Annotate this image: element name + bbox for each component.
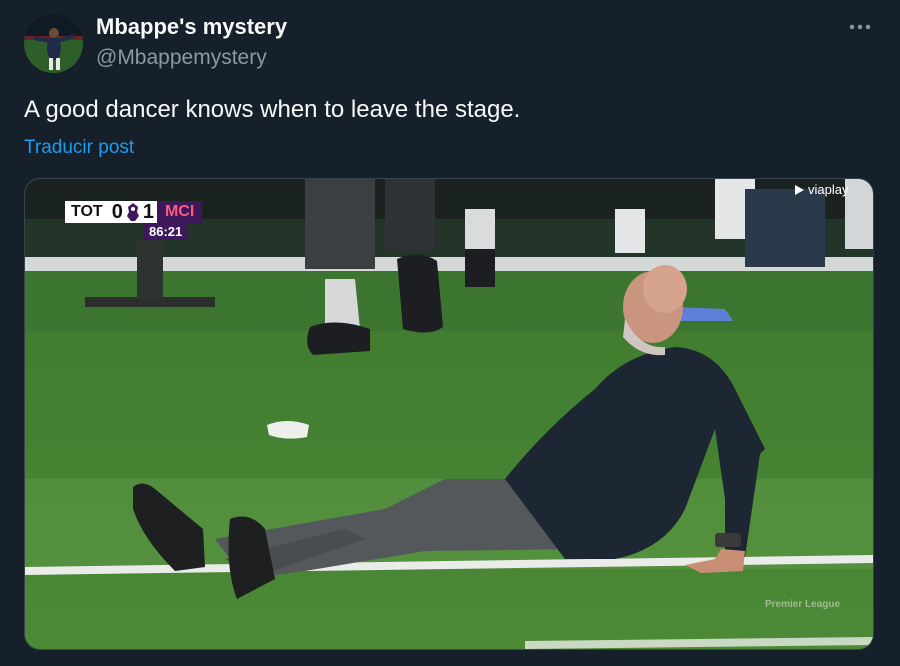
match-clock: 86:21 — [143, 223, 189, 240]
more-horizontal-icon — [849, 24, 871, 30]
author-name[interactable]: Mbappe's mystery — [96, 14, 287, 40]
avatar[interactable] — [24, 14, 83, 73]
avatar-image — [24, 14, 83, 73]
league-watermark: Premier League — [765, 599, 841, 610]
media-image[interactable]: TOT 0 1 MCI 86:21 viaplay Premier League — [24, 178, 874, 650]
translate-link[interactable]: Traducir post — [24, 137, 134, 159]
scoreboard: TOT 0 1 MCI — [65, 201, 203, 223]
broadcaster-name: viaplay — [808, 182, 849, 197]
away-team: MCI — [156, 201, 203, 223]
away-score: 1 — [142, 201, 154, 223]
score: 0 1 — [108, 201, 157, 223]
tweet: Mbappe's mystery @Mbappemystery A good d… — [0, 0, 900, 666]
premier-league-lion-icon — [126, 203, 139, 221]
more-options-button[interactable] — [844, 14, 876, 40]
home-team: TOT — [65, 201, 109, 223]
scene-illustration — [25, 179, 873, 649]
author-handle[interactable]: @Mbappemystery — [96, 46, 267, 70]
tweet-text: A good dancer knows when to leave the st… — [24, 96, 521, 123]
home-score: 0 — [111, 201, 123, 223]
broadcaster-logo: viaplay — [793, 182, 848, 197]
play-arrow-icon — [795, 184, 804, 195]
